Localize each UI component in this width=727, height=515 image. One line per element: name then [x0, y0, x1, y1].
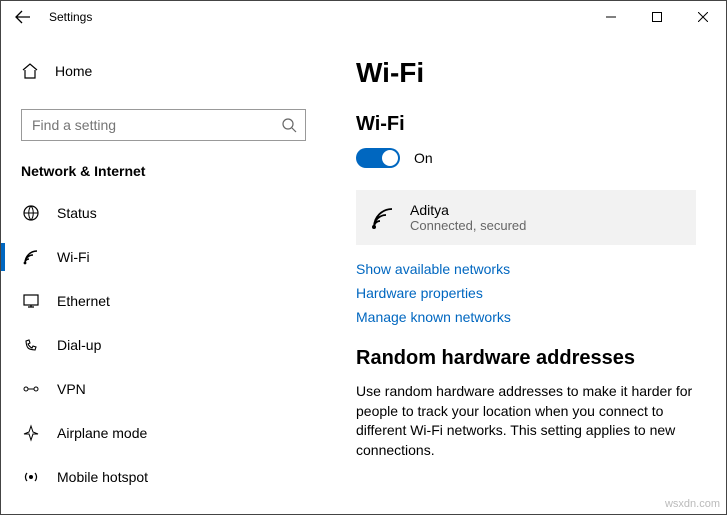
content-pane: Wi-Fi Wi-Fi On Aditya Connected, secured…: [326, 33, 726, 514]
sidebar-item-label: Ethernet: [57, 293, 110, 309]
vpn-icon: [21, 380, 41, 398]
dialup-icon: [21, 336, 41, 354]
hotspot-icon: [21, 468, 41, 486]
close-icon: [698, 12, 708, 22]
current-network-card[interactable]: Aditya Connected, secured: [356, 190, 696, 245]
close-button[interactable]: [680, 1, 726, 33]
current-network-text: Aditya Connected, secured: [410, 202, 526, 233]
search-wrap: [21, 109, 306, 141]
current-network-status: Connected, secured: [410, 218, 526, 233]
sidebar-item-airplane[interactable]: Airplane mode: [1, 411, 326, 455]
sidebar-item-hotspot[interactable]: Mobile hotspot: [1, 455, 326, 499]
window-title: Settings: [45, 10, 92, 24]
sidebar-item-label: Wi-Fi: [57, 249, 90, 265]
maximize-button[interactable]: [634, 1, 680, 33]
minimize-button[interactable]: [588, 1, 634, 33]
current-network-name: Aditya: [410, 202, 526, 218]
sidebar-nav: Status Wi-Fi Ethernet: [1, 191, 326, 499]
sidebar-category-title: Network & Internet: [1, 141, 326, 191]
random-hw-desc: Use random hardware addresses to make it…: [356, 382, 696, 460]
settings-window: Settings Home: [0, 0, 727, 515]
watermark: wsxdn.com: [665, 498, 720, 510]
link-hardware-properties[interactable]: Hardware properties: [356, 285, 696, 301]
sidebar-item-label: Dial-up: [57, 337, 101, 353]
wifi-toggle[interactable]: [356, 148, 400, 168]
search-icon: [281, 117, 297, 133]
maximize-icon: [652, 12, 662, 22]
home-icon: [21, 62, 39, 80]
search-box[interactable]: [21, 109, 306, 141]
sidebar-item-wifi[interactable]: Wi-Fi: [1, 235, 326, 279]
sidebar: Home Network & Internet Status: [1, 33, 326, 514]
wifi-section-title: Wi-Fi: [356, 113, 696, 136]
wifi-toggle-label: On: [414, 150, 433, 166]
ethernet-icon: [21, 292, 41, 310]
sidebar-item-status[interactable]: Status: [1, 191, 326, 235]
wifi-signal-icon: [370, 205, 396, 231]
page-title: Wi-Fi: [356, 57, 696, 89]
sidebar-item-label: Airplane mode: [57, 425, 147, 441]
home-nav-item[interactable]: Home: [1, 51, 326, 91]
random-hw-title: Random hardware addresses: [356, 347, 696, 370]
sidebar-item-label: VPN: [57, 381, 86, 397]
status-icon: [21, 204, 41, 222]
sidebar-item-vpn[interactable]: VPN: [1, 367, 326, 411]
sidebar-item-dialup[interactable]: Dial-up: [1, 323, 326, 367]
search-input[interactable]: [30, 116, 281, 134]
home-label: Home: [55, 63, 92, 79]
link-manage-known[interactable]: Manage known networks: [356, 309, 696, 325]
sidebar-item-label: Status: [57, 205, 97, 221]
minimize-icon: [606, 12, 616, 22]
titlebar: Settings: [1, 1, 726, 33]
window-body: Home Network & Internet Status: [1, 33, 726, 514]
wifi-icon: [21, 248, 41, 266]
sidebar-item-label: Mobile hotspot: [57, 469, 148, 485]
airplane-icon: [21, 424, 41, 442]
back-button[interactable]: [1, 9, 45, 25]
arrow-left-icon: [15, 9, 31, 25]
wifi-toggle-row: On: [356, 148, 696, 168]
link-show-available[interactable]: Show available networks: [356, 261, 696, 277]
toggle-knob: [382, 150, 398, 166]
sidebar-item-ethernet[interactable]: Ethernet: [1, 279, 326, 323]
